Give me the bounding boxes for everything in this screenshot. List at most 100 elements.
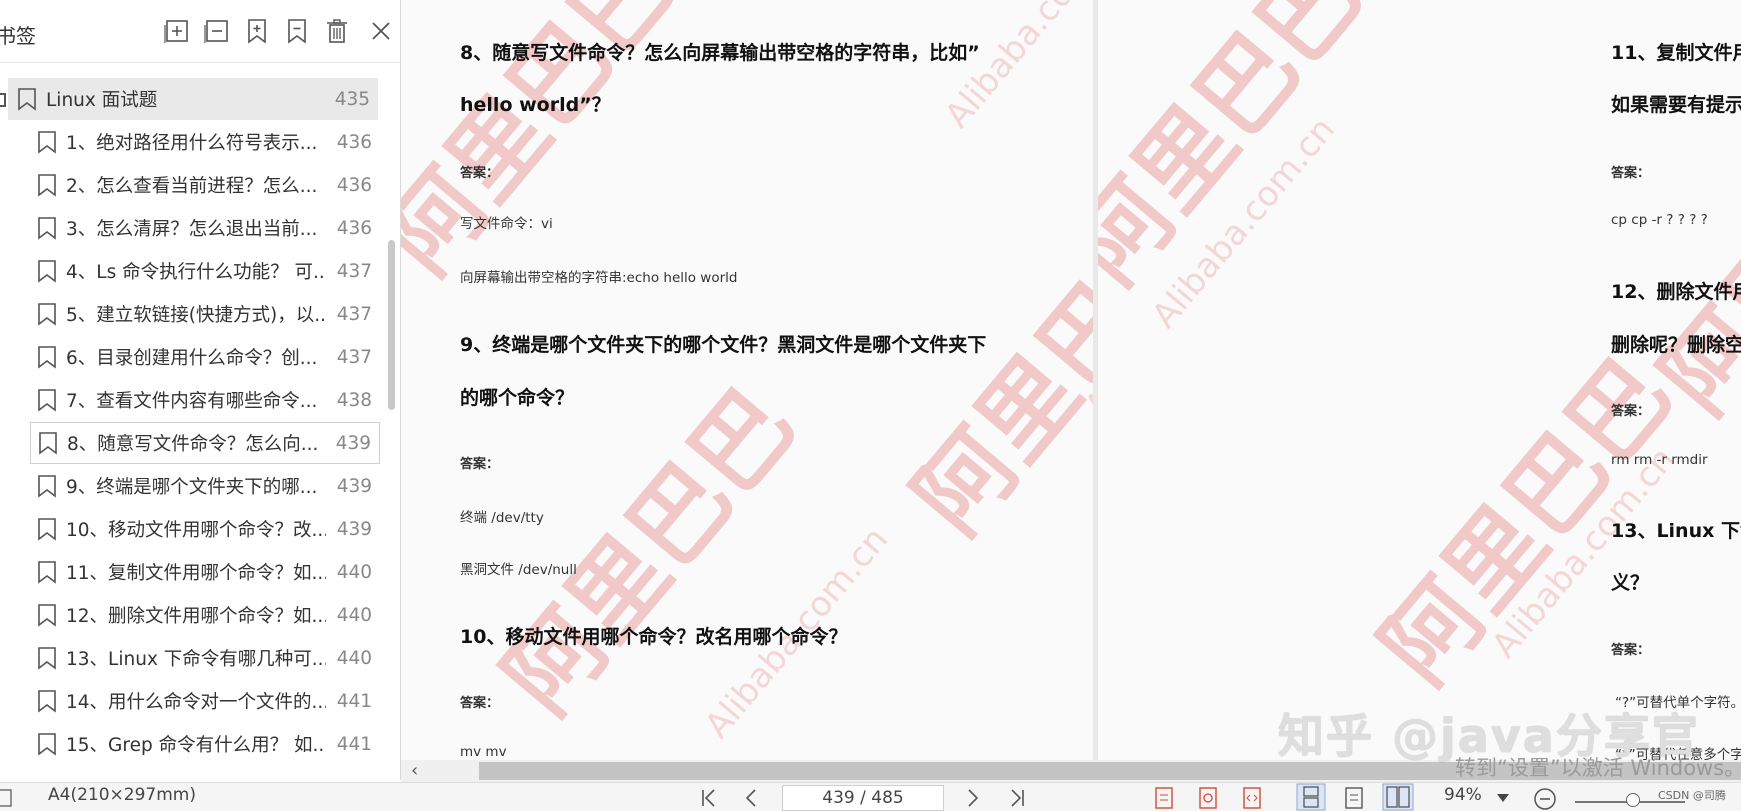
watermark-text: 阿里巴巴 (1098, 0, 1382, 305)
bookmark-item[interactable]: 9、终端是哪个文件夹下的哪... 439 (36, 465, 380, 507)
watermark-text: 阿里巴巴 (1640, 69, 1741, 435)
add-bookmark-icon[interactable] (240, 14, 274, 48)
question-11-title-cont: 如果需要有提示功能呢？ (1611, 94, 1741, 116)
remove-bookmark-icon[interactable] (280, 14, 314, 48)
bookmark-page-number: 439 (335, 432, 371, 454)
bookmark-item[interactable]: 14、用什么命令对一个文件的... 441 (36, 680, 380, 722)
bookmark-icon (38, 690, 56, 713)
prev-page-icon[interactable] (742, 787, 762, 811)
answer-line: “*”可替代任意多个字符。 (1615, 747, 1741, 760)
bookmark-item[interactable]: 12、删除文件用哪个命令？如... 440 (36, 594, 380, 636)
question-9-title-cont: 的哪个命令？ (460, 387, 575, 409)
last-page-icon[interactable] (1004, 787, 1028, 811)
bookmark-icon (38, 217, 56, 240)
bookmark-icon (38, 389, 56, 412)
page-thumbnail-icon[interactable] (0, 789, 14, 811)
bookmark-label: 3、怎么清屏？怎么退出当前... (66, 219, 318, 240)
bookmark-label: 7、查看文件内容有哪些命令... (66, 391, 318, 412)
bookmark-item[interactable]: 2、怎么查看当前进程？怎么... 436 (36, 164, 380, 206)
page-number-input[interactable] (782, 785, 944, 811)
bookmark-page-number: 436 (336, 174, 372, 196)
page-439: 阿里巴巴 Alibaba.com.cn 阿里巴巴 Alibaba.com.cn … (401, 0, 1093, 760)
close-icon[interactable] (364, 14, 398, 48)
bookmark-item[interactable]: 5、建立软链接(快捷方式)，以... 437 (36, 293, 380, 335)
bookmark-icon (38, 174, 56, 197)
answer-line: mv mv (460, 744, 507, 760)
answer-line: 写文件命令：vi (460, 216, 553, 232)
bookmark-label: 2、怎么查看当前进程？怎么... (66, 176, 318, 197)
bookmark-item[interactable]: 4、Ls 命令执行什么功能？ 可... 437 (36, 250, 380, 292)
bookmark-label: 8、随意写文件命令？怎么向... (67, 434, 319, 455)
bookmark-item[interactable]: 11、复制文件用哪个命令？如... 440 (36, 551, 380, 593)
question-12-title-cont: 删除呢？删除空文件夹用什么命令？ (1611, 334, 1741, 356)
sidebar-scrollbar[interactable] (388, 240, 395, 410)
collapse-all-icon[interactable] (200, 14, 234, 48)
answer-line: “?”可替代单个字符。 (1615, 695, 1741, 711)
bookmark-icon (38, 647, 56, 670)
bookmark-icon (18, 88, 36, 111)
rotate-view-icon[interactable] (1196, 785, 1220, 811)
bookmark-page-number: 435 (334, 88, 370, 110)
expand-all-icon[interactable] (160, 14, 194, 48)
zoom-dropdown-icon[interactable] (1496, 789, 1510, 809)
answer-line: 向屏幕输出带空格的字符串:echo hello world (460, 270, 738, 286)
bookmark-page-number: 439 (336, 475, 372, 497)
bookmark-item[interactable]: 8、随意写文件命令？怎么向... 439 (30, 422, 380, 464)
scroll-left-icon[interactable]: ‹ (411, 760, 418, 781)
bookmark-label: 10、移动文件用哪个命令？改... (66, 520, 326, 541)
status-bar: A4(210×297mm) 94% (0, 782, 1741, 811)
bookmark-item[interactable]: 15、Grep 命令有什么用？ 如... 441 (36, 723, 380, 765)
bookmark-icon (38, 604, 56, 627)
bookmark-page-number: 440 (336, 604, 372, 626)
answer-label: 答案： (1611, 404, 1651, 419)
answer-label: 答案： (460, 696, 500, 711)
bookmark-label: Linux 面试题 (46, 90, 158, 111)
next-page-icon[interactable] (962, 787, 982, 811)
single-page-view-icon[interactable] (1152, 785, 1176, 811)
bookmark-item[interactable]: 1、绝对路径用什么符号表示... 436 (36, 121, 380, 163)
answer-label: 答案： (1611, 643, 1651, 658)
zoom-level[interactable]: 94% (1444, 785, 1482, 805)
bookmark-icon (39, 432, 57, 455)
bookmark-item[interactable]: 13、Linux 下命令有哪几种可... 440 (36, 637, 380, 679)
fit-width-icon[interactable] (1240, 785, 1264, 811)
continuous-view-icon[interactable] (1296, 783, 1326, 811)
horizontal-scrollbar[interactable]: ‹ (401, 760, 1741, 782)
watermark-sub: Alibaba.com.cn (1484, 440, 1683, 666)
watermark-sub: Alibaba.com.cn (937, 0, 1093, 136)
first-page-icon[interactable] (698, 787, 722, 811)
page-size-label: A4(210×297mm) (48, 785, 196, 805)
watermark-text: 阿里巴巴 (893, 189, 1093, 555)
bookmark-icon (38, 131, 56, 154)
bookmark-label: 4、Ls 命令执行什么功能？ 可... (66, 262, 326, 283)
answer-line: 终端 /dev/tty (460, 510, 544, 526)
bookmark-icon (38, 518, 56, 541)
bookmark-page-number: 441 (336, 690, 372, 712)
bookmark-root[interactable]: Linux 面试题 435 (8, 78, 378, 120)
bookmark-label: 12、删除文件用哪个命令？如... (66, 606, 326, 627)
collapse-toggle-icon[interactable] (0, 93, 6, 107)
bookmark-panel-header: 书签 (0, 0, 400, 63)
watermark-sub: Alibaba.com.cn (1144, 110, 1343, 336)
single-view-icon[interactable] (1342, 785, 1366, 811)
answer-label: 答案： (460, 457, 500, 472)
bookmark-label: 1、绝对路径用什么符号表示... (66, 133, 318, 154)
answer-line: 黑洞文件 /dev/null (460, 562, 577, 578)
bookmark-icon (38, 303, 56, 326)
question-13-title: 13、Linux 下命令有哪几种可使用的通配符？分别代表什么含 (1611, 520, 1741, 542)
bookmark-item[interactable]: 3、怎么清屏？怎么退出当前... 436 (36, 207, 380, 249)
delete-icon[interactable] (320, 14, 354, 48)
two-page-view-icon[interactable] (1382, 783, 1414, 811)
csdn-credit: CSDN @司腾 (1658, 789, 1726, 802)
question-12-title: 12、删除文件用哪个命令？如果需要连目录及目录下文件一块 (1611, 281, 1741, 303)
bookmark-label: 14、用什么命令对一个文件的... (66, 692, 326, 713)
zoom-out-icon[interactable] (1532, 786, 1558, 811)
bookmark-page-number: 437 (336, 346, 372, 368)
bookmark-item[interactable]: 10、移动文件用哪个命令？改... 439 (36, 508, 380, 550)
zoom-slider-handle[interactable] (1626, 793, 1641, 807)
horizontal-scroll-thumb[interactable] (479, 762, 1741, 780)
bookmark-item[interactable]: 6、目录创建用什么命令？创... 437 (36, 336, 380, 378)
question-13-title-cont: 义？ (1611, 572, 1650, 594)
bookmark-page-number: 436 (336, 217, 372, 239)
bookmark-item[interactable]: 7、查看文件内容有哪些命令... 438 (36, 379, 380, 421)
